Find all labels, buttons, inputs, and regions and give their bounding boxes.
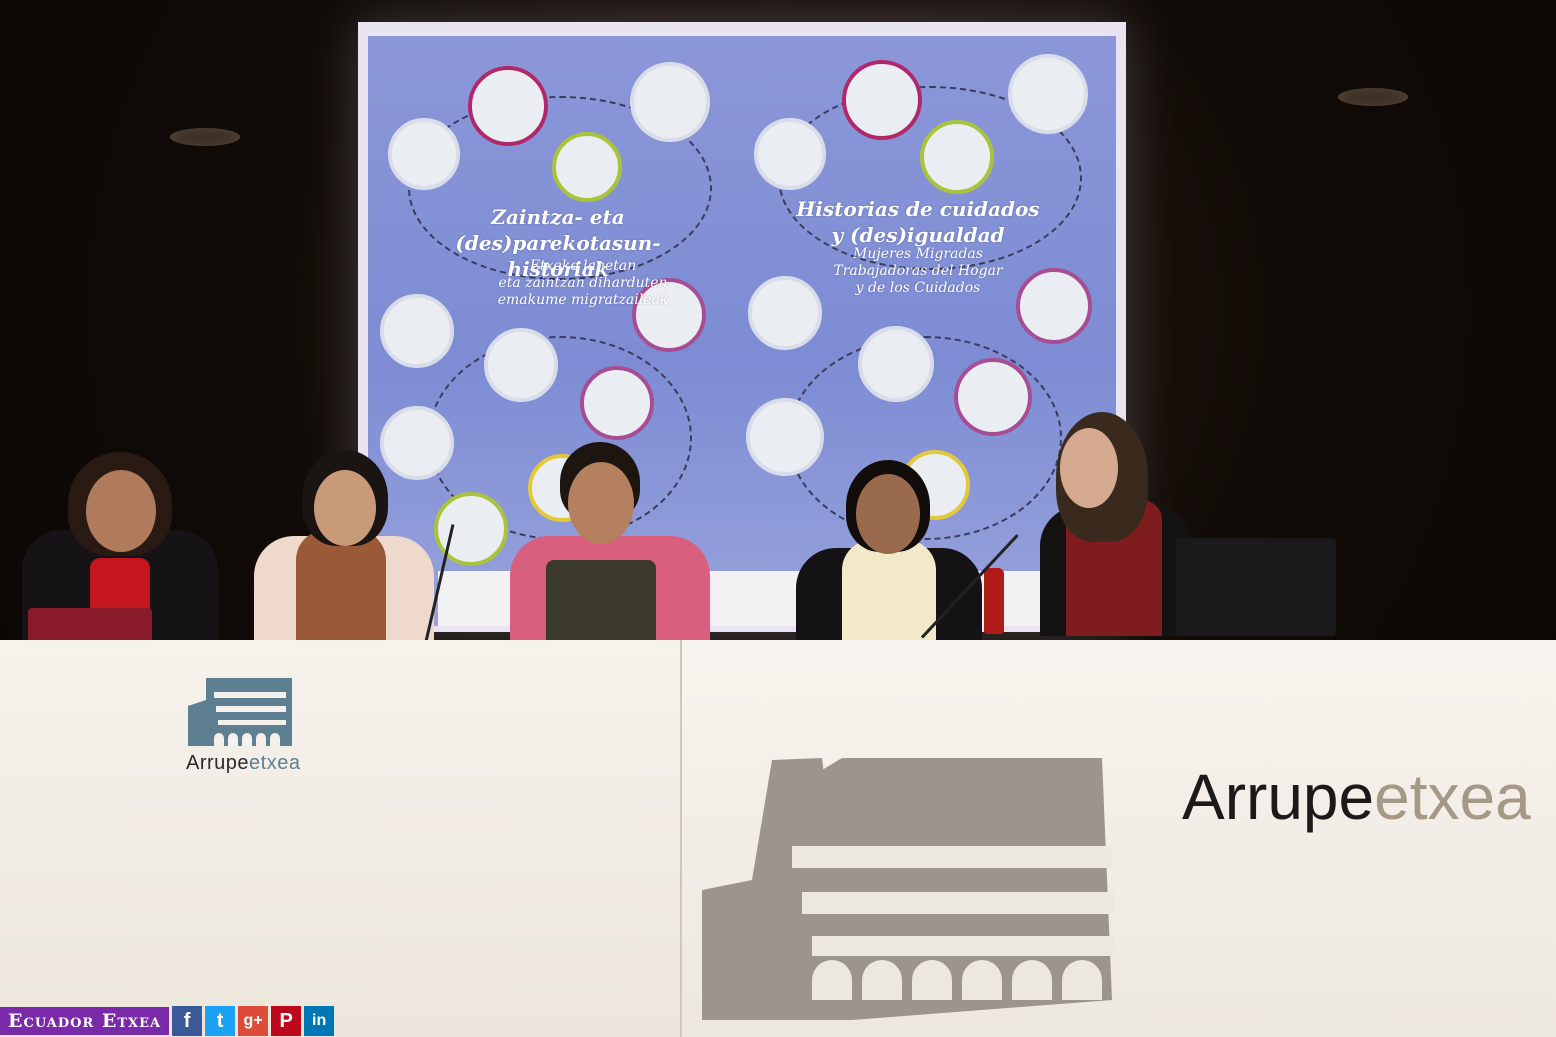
facebook-icon[interactable]: f: [172, 1006, 203, 1036]
brand-word-light: etxea: [1374, 761, 1531, 833]
twitter-icon[interactable]: t: [205, 1006, 236, 1036]
illustration-circle: [380, 406, 454, 480]
illustration-circle: [468, 66, 548, 146]
brand-wordmark-small: Arrupeetxea: [186, 752, 300, 775]
brand-wordmark-large: Arrupeetxea: [1182, 760, 1531, 834]
linkedin-icon[interactable]: in: [304, 1006, 335, 1036]
google-plus-icon[interactable]: g+: [238, 1006, 269, 1036]
slide-subtitle-line: Mujeres Migradas: [853, 246, 983, 262]
slide-subtitle-basque: Etxeko lanetan eta zaintzan diharduten e…: [458, 258, 708, 309]
slide-subtitle-line: Etxeko lanetan: [529, 258, 637, 274]
slide-subtitle-spanish: Mujeres Migradas Trabajadoras del Hogar …: [818, 246, 1018, 297]
slide-subtitle-line: Trabajadoras del Hogar: [833, 263, 1003, 279]
presentation-slide: Zaintza- eta (des)parekotasun-historiak …: [368, 36, 1116, 626]
illustration-circle: [754, 118, 826, 190]
illustration-circle: [1008, 54, 1088, 134]
ceiling-light: [1338, 88, 1408, 106]
illustration-circle: [748, 276, 822, 350]
illustration-circle: [954, 358, 1032, 436]
tablet-device: [28, 608, 152, 644]
illustration-circle: [380, 294, 454, 368]
slide-title-line: y (des)igualdad: [831, 223, 1005, 247]
illustration-circle: [580, 366, 654, 440]
brand-word-light: etxea: [249, 752, 301, 774]
slide-title-line: Zaintza- eta: [491, 205, 625, 229]
slide-subtitle-line: eta zaintzan diharduten: [498, 275, 668, 291]
illustration-circle: [630, 62, 710, 142]
illustration-circle: [842, 60, 922, 140]
slide-subtitle-line: emakume migratzaileak: [497, 292, 669, 308]
water-bottle: [984, 568, 1004, 634]
illustration-circle: [746, 398, 824, 476]
ceiling-light: [170, 128, 240, 146]
slide-subtitle-line: y de los Cuidados: [855, 280, 981, 296]
watermark-text: Ecuador Etxea: [0, 1007, 170, 1035]
illustration-circle: [484, 328, 558, 402]
brand-word-main: Arrupe: [186, 752, 250, 774]
building-logo-small: [188, 678, 292, 746]
building-logo-large: [702, 758, 1114, 1020]
illustration-circle: [552, 132, 622, 202]
laptop: [1176, 538, 1336, 636]
brand-word-main: Arrupe: [1182, 761, 1375, 833]
slide-title-spanish: Historias de cuidados y (des)igualdad: [788, 196, 1048, 248]
table-panel-right: [682, 640, 1556, 1037]
table-panel-left: [0, 640, 682, 1037]
slide-title-line: Historias de cuidados: [796, 197, 1040, 221]
illustration-circle: [920, 120, 994, 194]
illustration-circle: [1016, 268, 1092, 344]
illustration-circle: [388, 118, 460, 190]
illustration-circle: [858, 326, 934, 402]
pinterest-icon[interactable]: P: [271, 1006, 302, 1036]
watermark-bar: Ecuador Etxea f t g+ P in: [0, 1005, 335, 1037]
